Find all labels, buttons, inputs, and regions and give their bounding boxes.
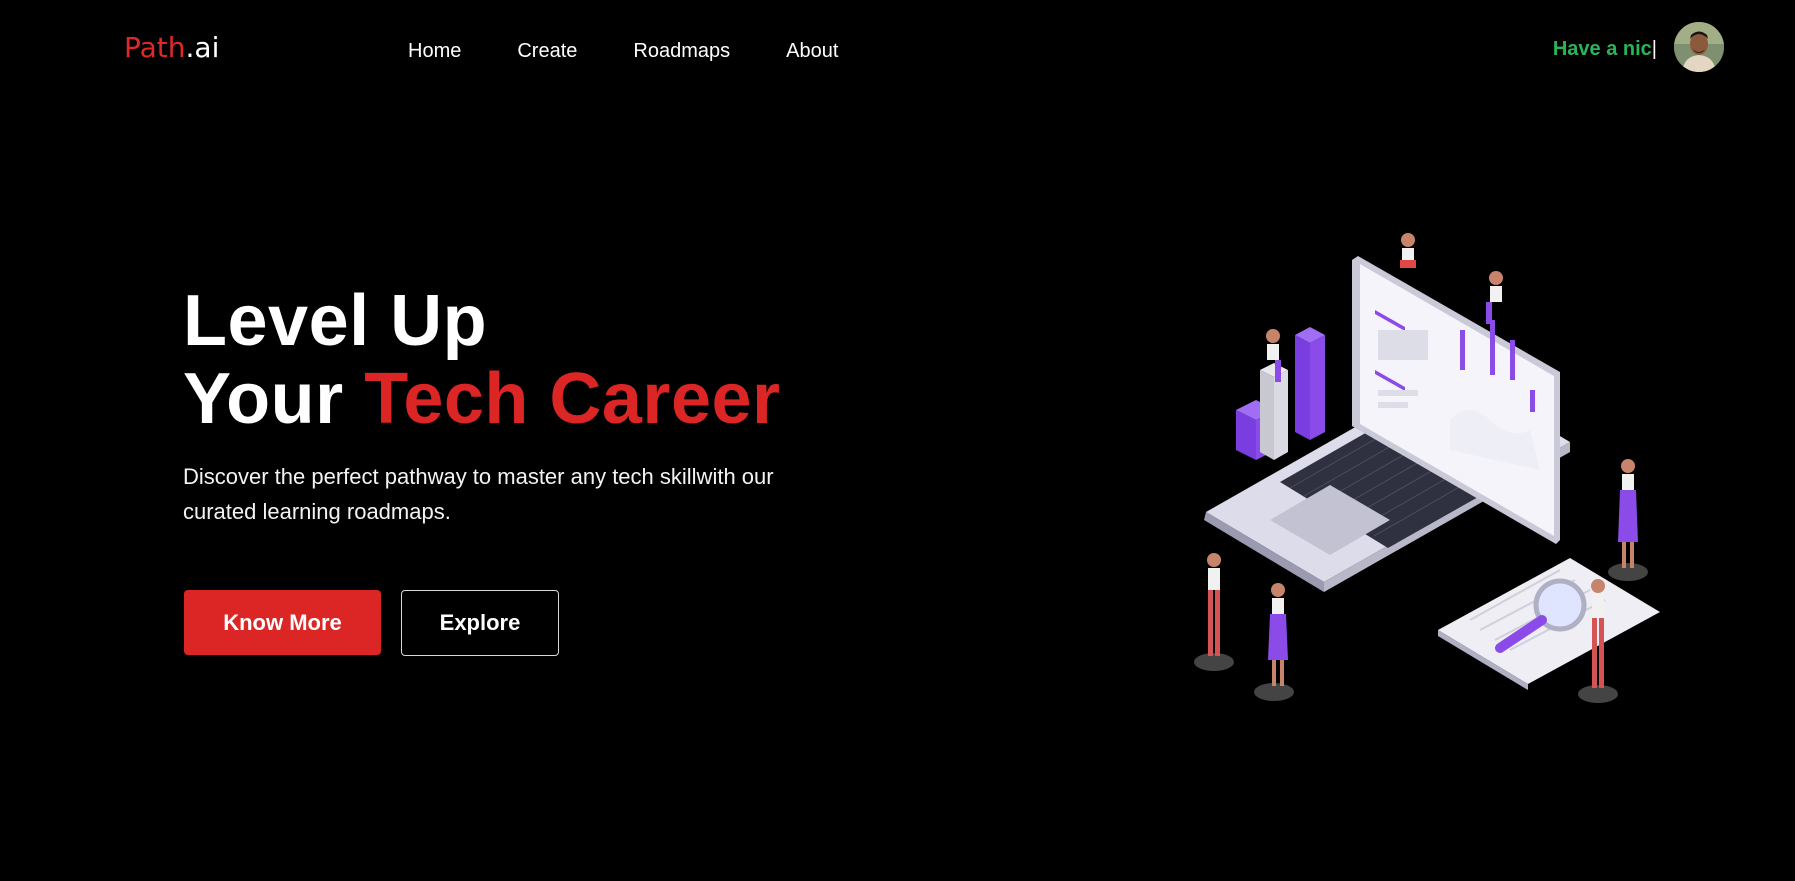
brand-logo-part1: Path xyxy=(124,31,186,64)
hero-title-line2-red: Tech Career xyxy=(364,359,781,439)
hero-title-line1: Level Up xyxy=(183,281,488,361)
hero-title: Level Up Your Tech Career xyxy=(183,282,781,438)
explore-button[interactable]: Explore xyxy=(401,590,559,656)
know-more-button[interactable]: Know More xyxy=(184,590,381,655)
isometric-laptop-illustration xyxy=(1194,233,1660,703)
hero-description: Discover the perfect pathway to master a… xyxy=(183,464,774,524)
user-greeting: Have a nic| xyxy=(1553,36,1657,62)
brand-logo-part2: .ai xyxy=(185,31,220,64)
landing-page: Path.ai Home Create Roadmaps About Have … xyxy=(0,0,1795,881)
nav-roadmaps-link[interactable]: Roadmaps xyxy=(633,38,730,64)
nav-create-link[interactable]: Create xyxy=(517,38,577,64)
hero-title-line2-white: Your xyxy=(183,359,344,439)
typing-cursor: | xyxy=(1651,38,1657,60)
avatar-icon xyxy=(1674,22,1724,72)
main-nav: Home Create Roadmaps About xyxy=(408,38,894,64)
brand-logo[interactable]: Path.ai xyxy=(124,30,219,66)
user-greeting-text: Have a nic xyxy=(1552,38,1652,60)
user-avatar[interactable] xyxy=(1674,22,1724,72)
nav-about-link[interactable]: About xyxy=(786,38,838,64)
nav-home-link[interactable]: Home xyxy=(408,38,461,64)
